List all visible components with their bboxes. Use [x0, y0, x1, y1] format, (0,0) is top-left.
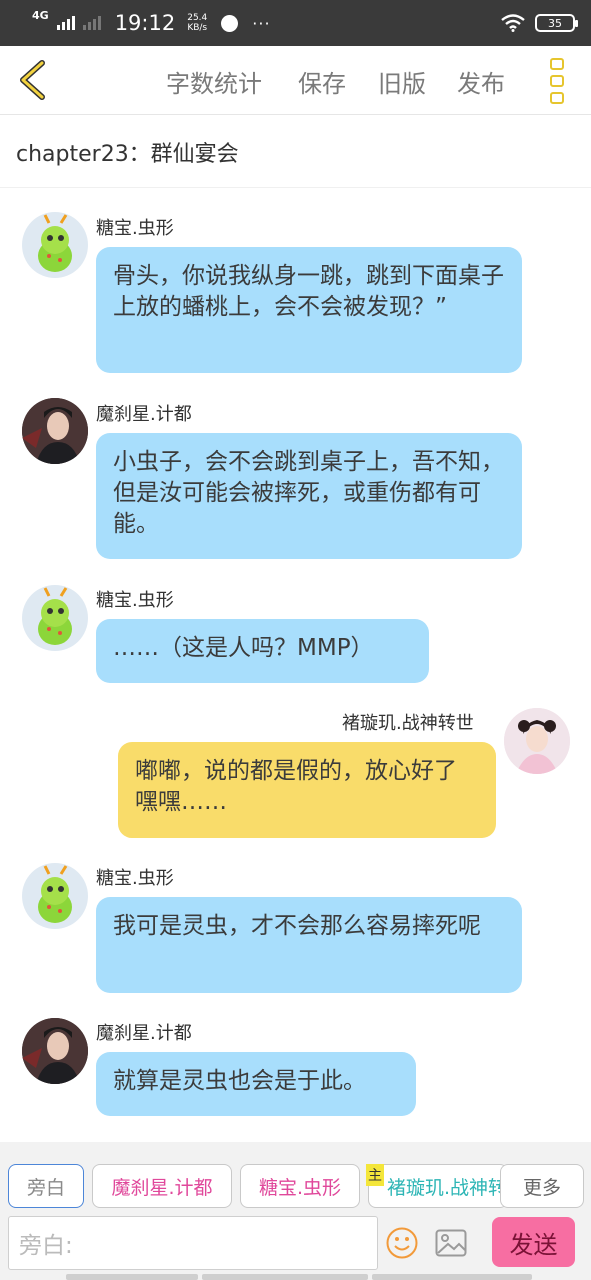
top-toolbar: 字数统计 保存 旧版 发布 — [0, 46, 591, 115]
character-chip-tangbao[interactable]: 糖宝.虫形 — [240, 1164, 360, 1208]
menu-dot-icon — [550, 92, 564, 104]
globe-icon — [221, 14, 239, 32]
scroll-indicator — [202, 1274, 368, 1280]
speed-value: 25.4 — [187, 13, 208, 23]
message-sender-name: 糖宝.虫形 — [96, 218, 174, 239]
network-speed: 25.4 KB/s — [187, 13, 207, 33]
more-characters-button[interactable]: 更多 — [500, 1164, 584, 1208]
emoji-icon[interactable] — [385, 1226, 419, 1260]
clock: 19:12 — [114, 11, 176, 35]
more-menu-button[interactable] — [550, 58, 568, 104]
avatar-caterpillar[interactable] — [22, 212, 88, 278]
image-icon[interactable] — [435, 1228, 467, 1258]
battery-level: 35 — [548, 16, 562, 30]
message-sender-name: 褚璇玑.战神转世 — [342, 713, 474, 734]
message-bubble[interactable]: 小虫子，会不会跳到桌子上，吾不知，但是汝可能会被摔死，或重伤都有可能。 — [96, 433, 522, 559]
message-sender-name: 糖宝.虫形 — [96, 868, 174, 889]
signal-icon-secondary — [82, 16, 101, 30]
message-bubble[interactable]: 就算是灵虫也会是于此。 — [96, 1052, 416, 1116]
scroll-indicator — [66, 1274, 198, 1280]
publish-button[interactable]: 发布 — [457, 64, 505, 99]
message-bubble[interactable]: 我可是灵虫，才不会那么容易摔死呢 — [96, 897, 522, 993]
network-type: 4G — [32, 8, 49, 22]
old-version-button[interactable]: 旧版 — [378, 64, 426, 99]
signal-icon — [56, 16, 75, 30]
message-sender-name: 糖宝.虫形 — [96, 590, 174, 611]
back-button[interactable] — [14, 58, 50, 102]
chevron-left-icon — [20, 60, 45, 100]
message-input[interactable]: 旁白: — [8, 1216, 378, 1270]
character-chip-narrator[interactable]: 旁白 — [8, 1164, 84, 1208]
status-bar: 4G 19:12 25.4 KB/s ··· 35 — [0, 0, 591, 46]
send-button[interactable]: 发送 — [492, 1217, 575, 1267]
avatar-caterpillar[interactable] — [22, 863, 88, 929]
battery-icon: 35 — [535, 14, 578, 32]
speed-unit: KB/s — [187, 23, 208, 33]
menu-dot-icon — [550, 58, 564, 70]
scroll-indicator — [372, 1274, 532, 1280]
avatar-warrior[interactable] — [22, 398, 88, 464]
message-bubble[interactable]: 骨头，你说我纵身一跳，跳到下面桌子上放的蟠桃上，会不会被发现？” — [96, 247, 522, 373]
composer-panel: 旁白 魔刹星.计都 糖宝.虫形 褚璇玑.战神转世 主 更多 旁白: 发送 — [0, 1142, 591, 1280]
message-bubble-self[interactable]: 嘟嘟，说的都是假的，放心好了嘿嘿…… — [118, 742, 496, 838]
more-notifications-icon: ··· — [252, 13, 271, 33]
save-button[interactable]: 保存 — [298, 64, 346, 99]
character-chip-xuanji[interactable]: 褚璇玑.战神转世 — [368, 1164, 508, 1208]
message-sender-name: 魔刹星.计都 — [96, 1023, 192, 1044]
character-chip-jidu[interactable]: 魔刹星.计都 — [92, 1164, 232, 1208]
chapter-title[interactable]: chapter23：群仙宴会 — [0, 116, 591, 188]
message-bubble[interactable]: ……（这是人吗？MMP） — [96, 619, 429, 683]
main-character-badge: 主 — [366, 1164, 384, 1186]
message-sender-name: 魔刹星.计都 — [96, 404, 192, 425]
menu-dot-icon — [550, 75, 564, 87]
wifi-icon — [501, 14, 525, 32]
avatar-girl[interactable] — [504, 708, 570, 774]
word-count-button[interactable]: 字数统计 — [166, 64, 262, 99]
avatar-warrior[interactable] — [22, 1018, 88, 1084]
avatar-caterpillar[interactable] — [22, 585, 88, 651]
